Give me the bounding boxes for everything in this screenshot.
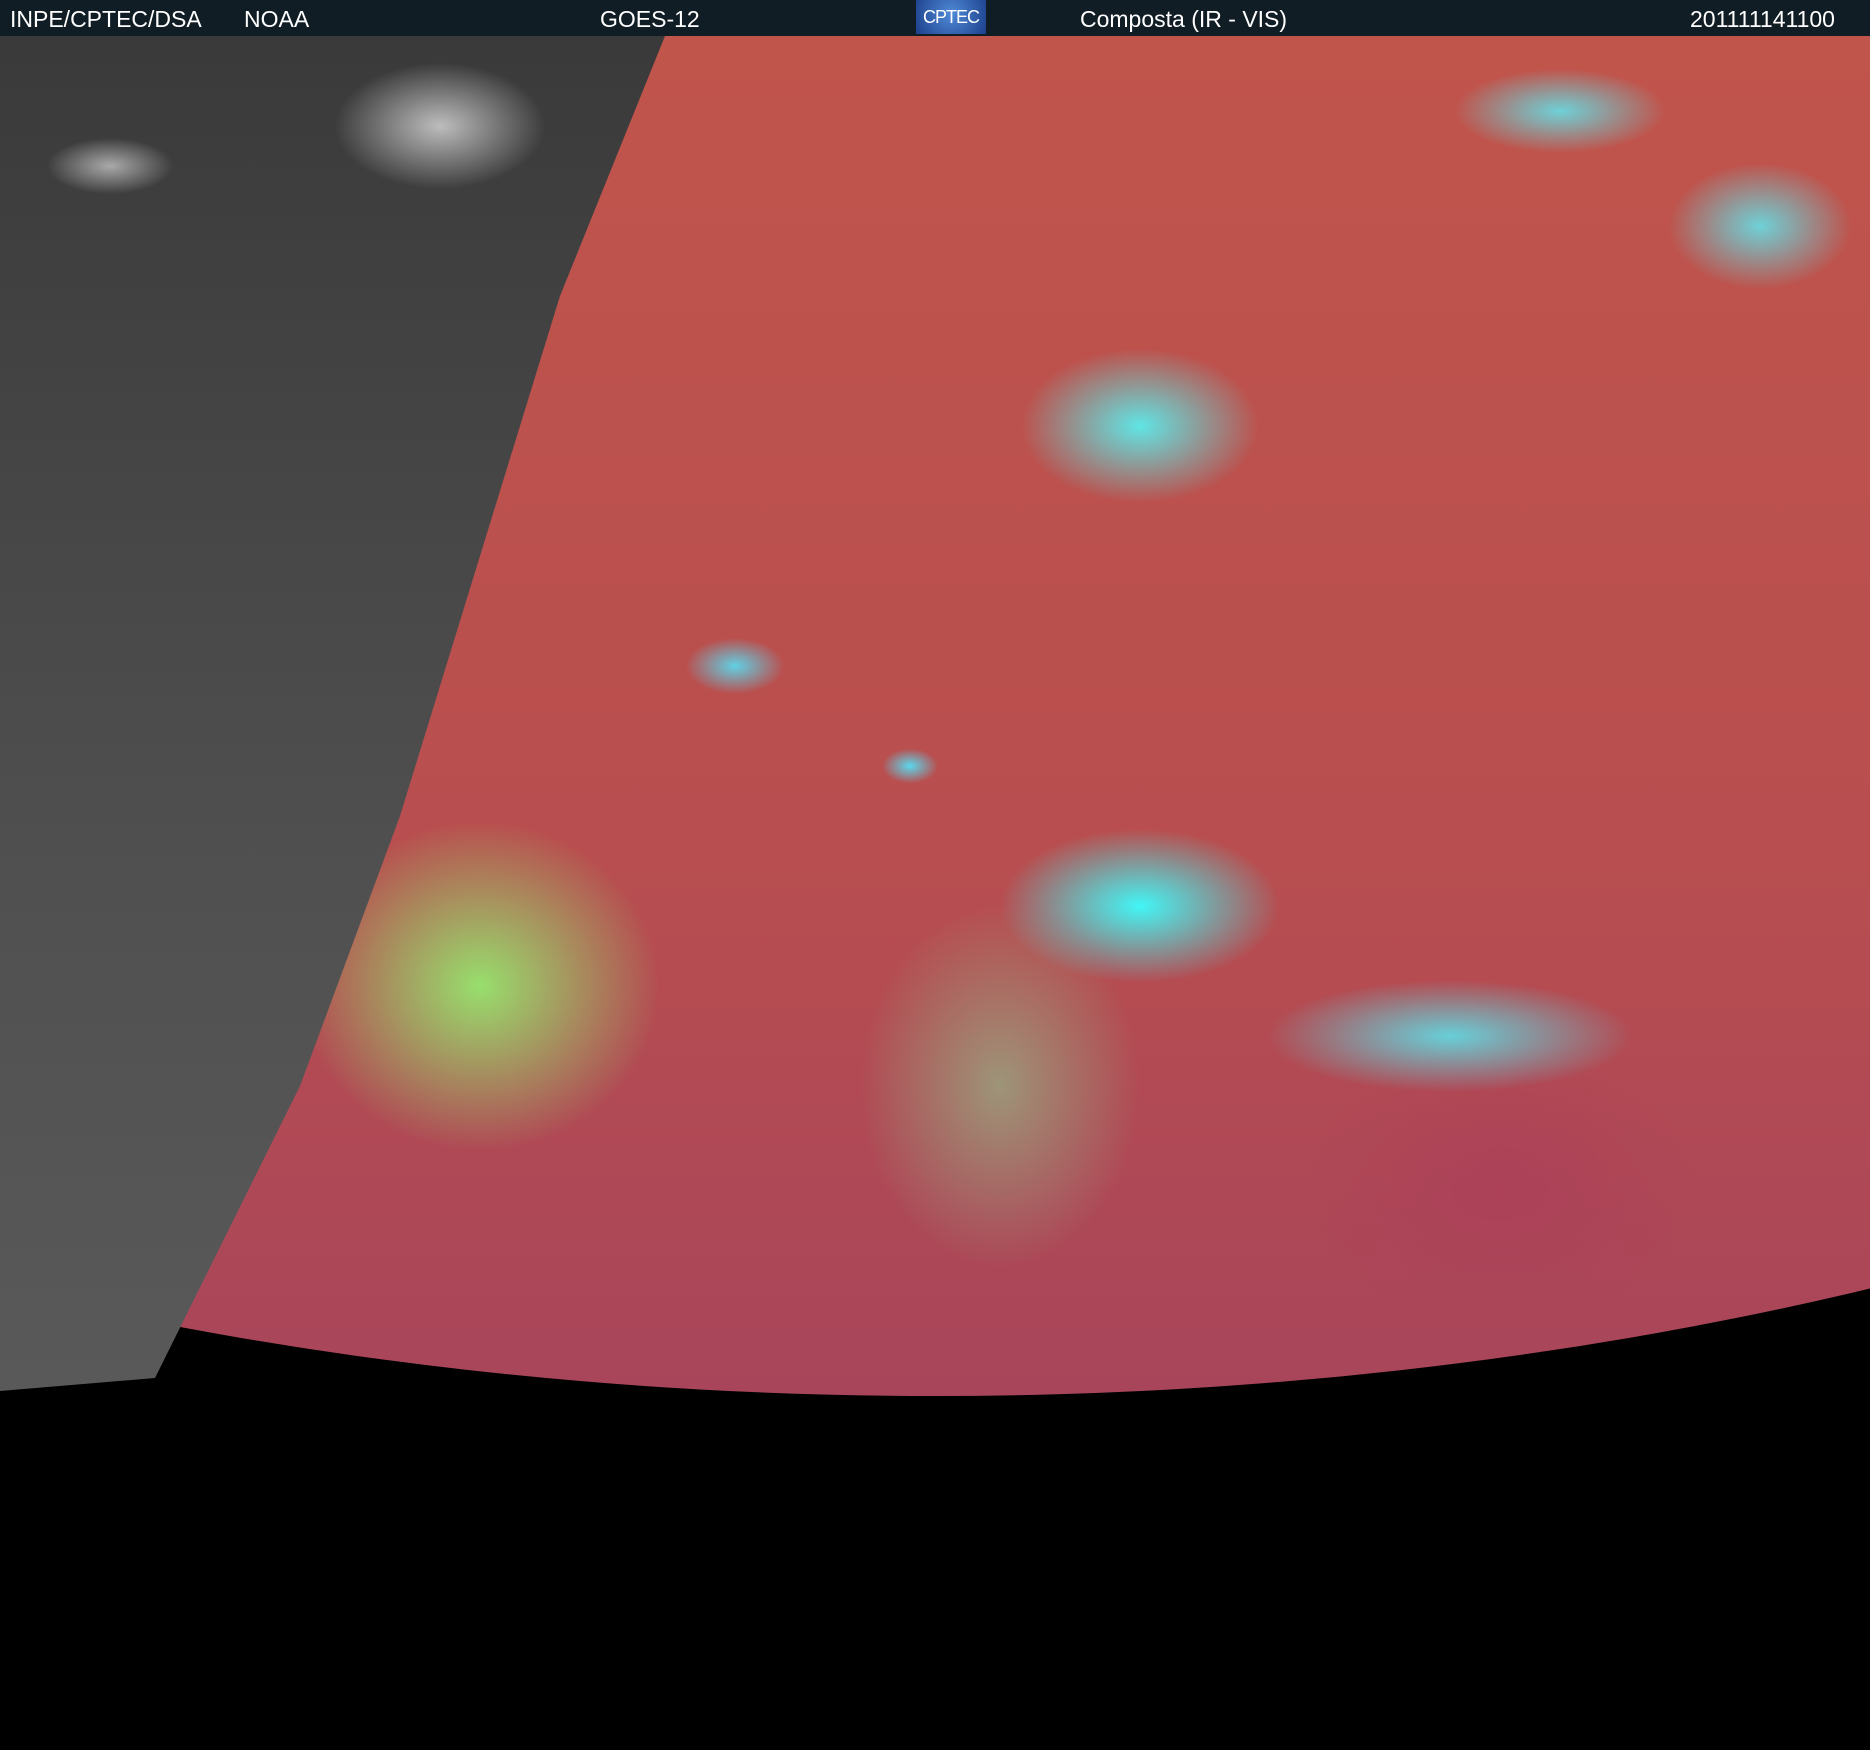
satellite-image [0, 36, 1870, 1750]
timestamp-label: 201111141100 [1690, 6, 1835, 32]
image-header: INPE/CPTEC/DSA NOAA GOES-12 CPTEC Compos… [0, 0, 1870, 36]
product-label: Composta (IR - VIS) [1080, 6, 1288, 32]
cptec-logo: CPTEC [916, 0, 986, 34]
source-label: INPE/CPTEC/DSA [10, 6, 202, 32]
agency-label: NOAA [244, 6, 310, 32]
satellite-label: GOES-12 [600, 6, 700, 32]
